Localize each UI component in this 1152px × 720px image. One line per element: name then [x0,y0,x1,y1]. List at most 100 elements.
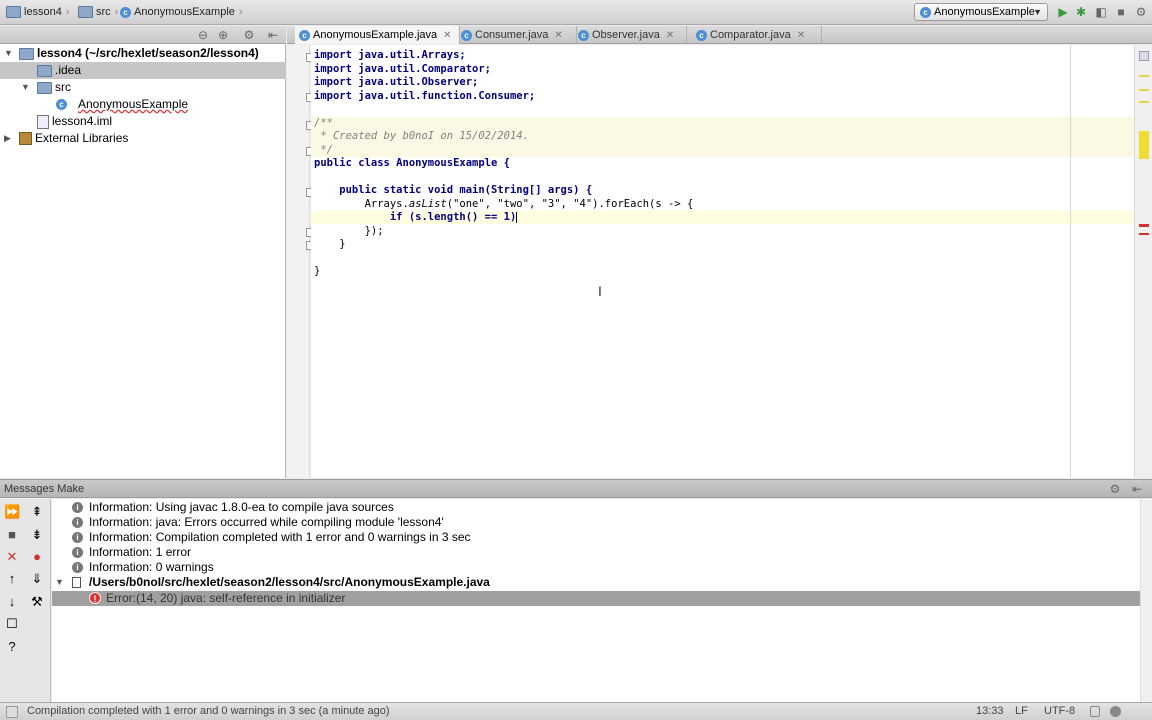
code-line-if: if (s.length() == 1) [314,211,518,223]
class-icon: c [120,6,131,18]
coverage-icon[interactable]: ◧ [1094,5,1108,19]
message-row[interactable]: i Information: 0 warnings [52,560,1140,575]
code-line-comment: /** [314,116,333,129]
arrow-up-icon[interactable]: ↑ [4,571,20,587]
class-icon: c [920,6,931,18]
navigation-bar: lesson4 › src › c AnonymousExample › c Anonym… [0,0,1152,25]
message-row[interactable]: i Information: Compilation completed with… [52,530,1140,545]
class-icon: c [299,29,310,41]
settings-icon[interactable]: ⚙ [1134,5,1148,19]
expanded-arrow-icon[interactable]: ▼ [21,79,30,96]
file-icon [37,114,49,129]
breadcrumb-src[interactable]: src › [78,4,118,20]
collapse-all-icon[interactable]: ⊖ [196,28,210,42]
expanded-arrow-icon[interactable]: ▼ [55,575,64,590]
run-configuration-select[interactable]: c AnonymousExample ▼ [914,3,1048,21]
code-line-comment: * Created by b0noI on 15/02/2014. [314,130,529,142]
status-message[interactable]: Compilation completed with 1 error and 0… [27,703,390,720]
warning-marker[interactable] [1139,101,1149,103]
tab-comparator[interactable]: c Comparator.java ✕ [692,26,822,44]
message-file-row[interactable]: ▼ /Users/b0noI/src/hexlet/season2/lesson… [52,575,1140,590]
collapsed-arrow-icon[interactable]: ▶ [4,130,11,147]
close-icon[interactable]: ✕ [443,30,451,41]
folder-icon [78,6,93,19]
code-editor[interactable]: import java.util.Arrays; import java.uti… [311,45,1134,478]
run-icon[interactable]: ▶ [1056,5,1070,19]
file-encoding[interactable]: UTF-8 [1044,703,1075,720]
scroll-from-source-icon[interactable]: ⊕ [216,28,230,42]
tree-item-lesson4-iml[interactable]: lesson4.iml [0,113,286,130]
error-marker[interactable] [1139,224,1149,227]
right-margin-guide [1070,45,1071,478]
warning-marker[interactable] [1139,75,1149,77]
stop-icon[interactable]: ■ [4,527,20,543]
tree-item-lesson4[interactable]: ▼ lesson4 (~/src/hexlet/season2/lesson4) [0,45,286,62]
scrollbar[interactable] [1140,499,1152,702]
code-line-close-class: } [314,265,321,277]
code-line-statement: Arrays.asList("one", "two", "3", "4").fo… [314,197,694,210]
message-error-row[interactable]: ! Error:(14, 20) java: self-reference in… [52,591,1140,606]
message-row[interactable]: i Information: Using javac 1.8.0-ea to co… [52,500,1140,515]
help-icon[interactable]: ? [4,639,20,655]
gear-icon[interactable]: ⚙ [242,28,256,42]
gear-icon[interactable]: ⚙ [1108,482,1122,496]
tree-item-external-libraries[interactable]: ▶ External Libraries [0,130,286,147]
wrench-icon[interactable]: ⚒ [29,594,45,610]
info-icon: i [72,517,83,528]
code-line-main-declaration: public static void main(String[] args) { [314,184,593,196]
code-line-import: import java.util.Comparator; [314,62,492,75]
info-icon: i [72,532,83,543]
caret-position[interactable]: 13:33 [976,703,1004,720]
tree-item-anonymous-example[interactable]: c AnonymousExample [0,96,286,113]
highlight-marker[interactable] [1139,131,1149,159]
inspection-status-icon[interactable] [1139,51,1149,61]
error-icon: ! [89,592,101,604]
tab-observer[interactable]: c Observer.java ✕ [574,26,687,44]
tree-item-idea[interactable]: .idea [0,62,286,79]
tab-consumer[interactable]: c Consumer.java ✕ [457,26,577,44]
code-line-comment: */ [314,143,333,156]
debug-icon[interactable]: ✱ [1074,5,1088,19]
close-icon[interactable]: ✕ [666,30,674,41]
hide-panel-icon[interactable]: ⇤ [266,28,280,42]
export-to-text-icon[interactable]: ☐ [4,616,20,632]
folder-icon [37,64,52,77]
editor-tab-bar: c AnonymousExample.java ✕ c Consumer.java ✕ … [287,26,1152,44]
breadcrumb-class[interactable]: c AnonymousExample › [120,4,243,20]
folder-icon [37,81,52,94]
tool-windows-icon[interactable] [6,706,18,718]
collapse-all-icon[interactable]: ⇞ [29,504,45,520]
line-separator[interactable]: LF [1015,703,1028,720]
export-icon[interactable]: ⇓ [29,571,45,587]
close-icon[interactable]: ✕ [4,549,20,565]
close-icon[interactable]: ✕ [554,30,562,41]
lock-icon[interactable] [1090,706,1100,717]
folder-icon [6,6,21,19]
expand-all-icon[interactable]: ⇟ [29,527,45,543]
messages-list: i Information: Using javac 1.8.0-ea to co… [52,499,1152,702]
class-icon: c [56,99,67,111]
error-marker[interactable] [1139,233,1149,235]
message-row[interactable]: i Information: 1 error [52,545,1140,560]
status-bar: Compilation completed with 1 error and 0… [0,702,1152,720]
file-icon [72,577,81,588]
i-beam-cursor-icon: I [598,283,602,299]
breadcrumb-lesson4[interactable]: lesson4 › [6,4,70,20]
tab-anonymous-example[interactable]: c AnonymousExample.java ✕ [295,26,460,44]
class-icon: c [578,29,589,41]
hide-panel-icon[interactable]: ⇤ [1130,482,1144,496]
tree-item-src[interactable]: ▼ src [0,79,286,96]
message-row[interactable]: i Information: java: Errors occurred whil… [52,515,1140,530]
hector-icon[interactable] [1110,706,1121,717]
close-icon[interactable]: ✕ [797,30,805,41]
expanded-arrow-icon[interactable]: ▼ [4,45,13,62]
warning-marker[interactable] [1139,89,1149,91]
rerun-icon[interactable]: ⏩ [4,504,20,520]
project-panel-header: ⊖ ⊕ ⚙ ⇤ [0,26,286,44]
info-icon: i [72,502,83,513]
stop-icon[interactable]: ■ [1114,5,1128,19]
error-stripe[interactable] [1134,45,1152,478]
arrow-down-icon[interactable]: ↓ [4,594,20,610]
error-filter-icon[interactable]: ● [29,549,45,565]
editor-gutter[interactable] [287,45,315,478]
